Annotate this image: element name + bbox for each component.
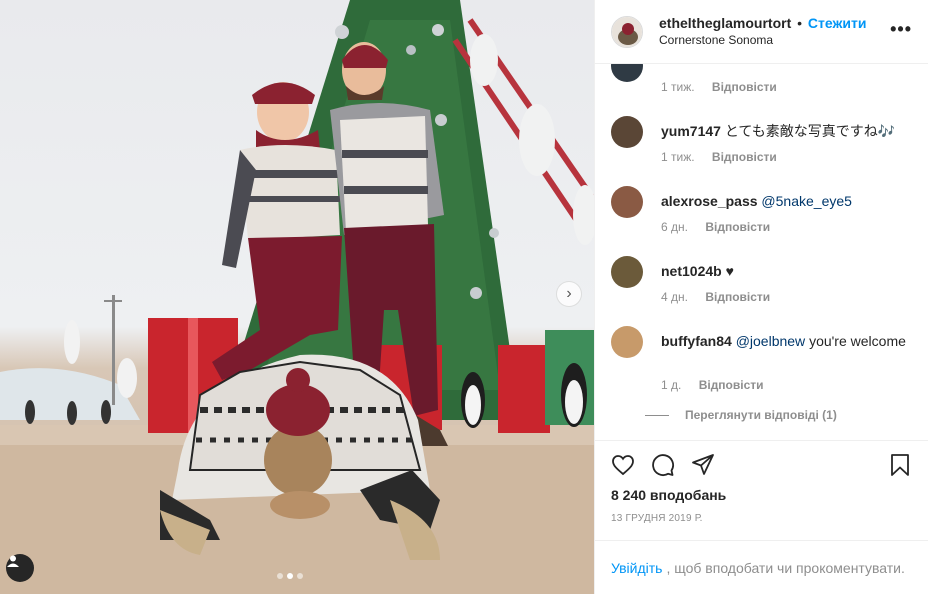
comment-body: buffyfan84 @joelbnew you're welcome <box>661 332 911 350</box>
comment-meta: 4 дн. Відповісти <box>661 290 770 304</box>
commenter-avatar[interactable] <box>611 64 643 82</box>
comment-body: yum7147 とても素敵な写真ですね🎶 <box>661 122 911 140</box>
login-prompt: Увійдіть, щоб вподобати чи прокоментуват… <box>595 540 928 594</box>
carousel-indicator <box>277 573 303 579</box>
replies-divider <box>645 414 669 416</box>
comment-body: net1024b ♥ <box>661 262 911 280</box>
reply-button[interactable]: Відповісти <box>705 220 770 234</box>
user-tag-icon <box>7 555 19 567</box>
user-tags-button[interactable] <box>6 554 34 582</box>
header-separator: • <box>797 14 803 31</box>
author-username[interactable]: etheltheglamourtort <box>659 15 791 31</box>
comment-text: とても素敵な写真ですね🎶 <box>724 123 896 139</box>
photo-illustration <box>0 0 594 594</box>
carousel-dot-active <box>287 573 293 579</box>
commenter-username[interactable]: net1024b <box>661 263 722 279</box>
carousel-dot <box>277 573 283 579</box>
login-prompt-text: , щоб вподобати чи прокоментувати. <box>666 559 905 576</box>
view-replies-button[interactable]: Переглянути відповіді (1) <box>645 408 837 422</box>
commenter-username[interactable]: yum7147 <box>661 123 721 139</box>
author-info: etheltheglamourtort • Стежити Cornerston… <box>659 15 867 49</box>
share-icon[interactable] <box>691 453 715 477</box>
comment-body: alexrose_pass @5nake_eye5 <box>661 192 911 210</box>
reply-button[interactable]: Відповісти <box>712 150 777 164</box>
post-actions-section: 8 240 вподобань 13 ГРУДНЯ 2019 Р. <box>595 440 928 540</box>
comment-age: 4 дн. <box>661 290 688 304</box>
comment-meta: 1 д. Відповісти <box>661 378 764 392</box>
action-bar <box>611 453 715 477</box>
comment-meta: 6 дн. Відповісти <box>661 220 770 234</box>
comment-mention[interactable]: @joelbnew <box>736 333 805 349</box>
heart-icon[interactable] <box>611 453 635 477</box>
heart-emoji: ♥ <box>725 263 734 279</box>
likes-count[interactable]: 8 240 вподобань <box>611 487 726 503</box>
comment-mention[interactable]: @5nake_eye5 <box>761 193 852 209</box>
view-replies-label: Переглянути відповіді (1) <box>685 408 837 422</box>
post-date: 13 ГРУДНЯ 2019 Р. <box>611 513 703 524</box>
save-icon[interactable] <box>888 453 912 477</box>
follow-button[interactable]: Стежити <box>808 15 867 31</box>
reply-button[interactable]: Відповісти <box>712 80 777 94</box>
carousel-next-button[interactable]: › <box>556 281 582 307</box>
carousel-dot <box>297 573 303 579</box>
comment-text: you're welcome <box>809 333 906 349</box>
commenter-username[interactable]: buffyfan84 <box>661 333 732 349</box>
reply-button[interactable]: Відповісти <box>699 378 764 392</box>
commenter-avatar[interactable] <box>611 186 643 218</box>
post-dialog: › etheltheglamourtort • Стежити Cornerst… <box>0 0 928 594</box>
comment-meta: 1 тиж. Відповісти <box>661 80 777 94</box>
more-dots-icon: ••• <box>890 19 912 39</box>
comment-icon[interactable] <box>651 453 675 477</box>
commenter-avatar[interactable] <box>611 326 643 358</box>
comment-age: 6 дн. <box>661 220 688 234</box>
post-side-panel: etheltheglamourtort • Стежити Cornerston… <box>594 0 928 594</box>
comments-list[interactable]: 1 тиж. Відповісти yum7147 とても素敵な写真ですね🎶 1… <box>595 64 928 440</box>
reply-button[interactable]: Відповісти <box>705 290 770 304</box>
post-location[interactable]: Cornerstone Sonoma <box>659 32 867 49</box>
post-header: etheltheglamourtort • Стежити Cornerston… <box>595 0 928 64</box>
more-options-button[interactable]: ••• <box>890 19 912 39</box>
comment-age: 1 тиж. <box>661 80 695 94</box>
login-link[interactable]: Увійдіть <box>611 560 662 576</box>
comment-age: 1 тиж. <box>661 150 695 164</box>
comment-meta: 1 тиж. Відповісти <box>661 150 777 164</box>
commenter-avatar[interactable] <box>611 116 643 148</box>
commenter-avatar[interactable] <box>611 256 643 288</box>
post-photo[interactable]: › <box>0 0 594 594</box>
commenter-username[interactable]: alexrose_pass <box>661 193 758 209</box>
author-avatar[interactable] <box>611 15 643 48</box>
comment-age: 1 д. <box>661 378 682 392</box>
chevron-right-icon: › <box>566 285 572 302</box>
